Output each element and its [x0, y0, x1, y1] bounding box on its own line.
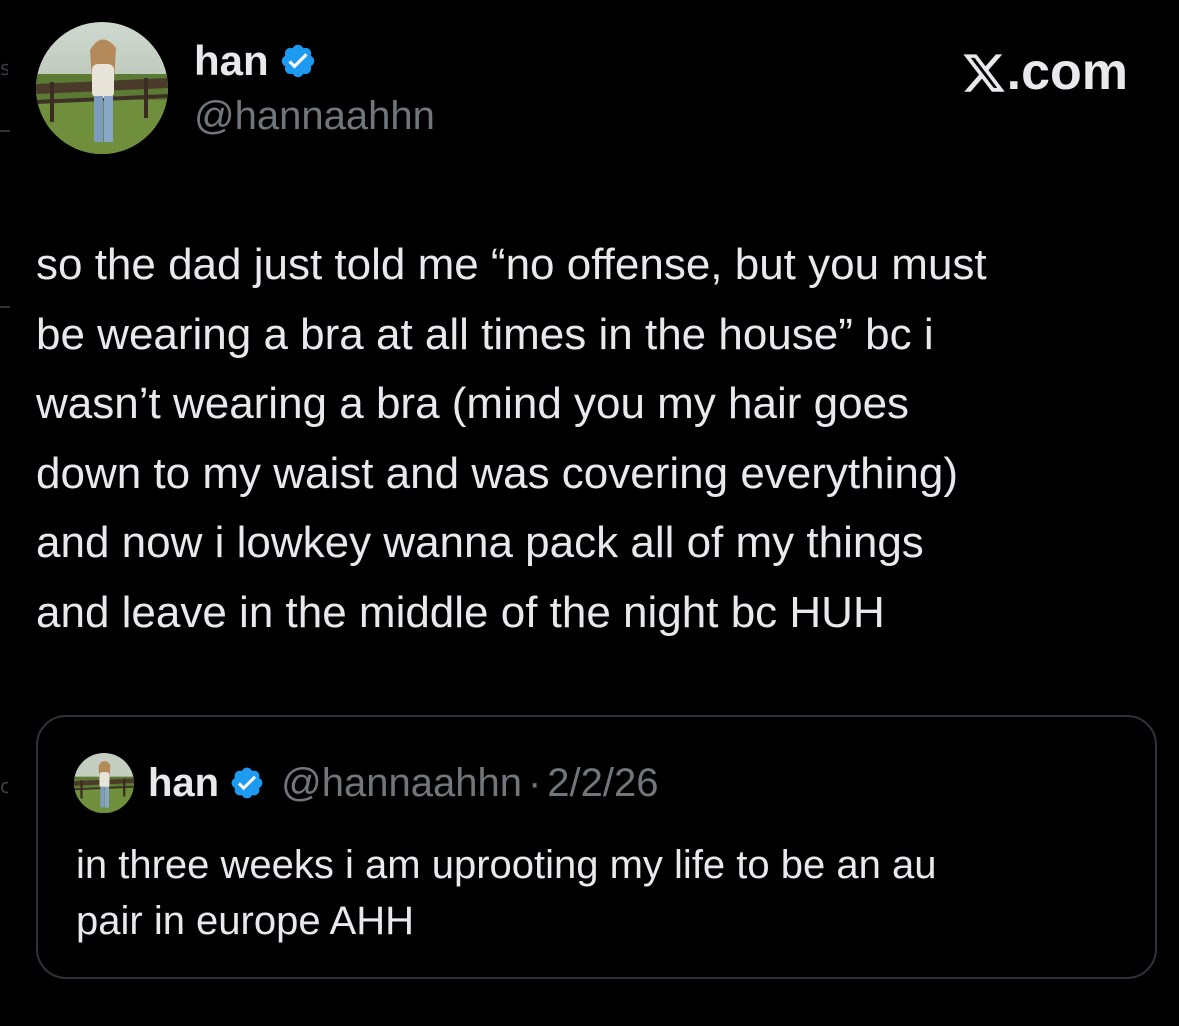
author-block: han @hannaahhn	[194, 36, 435, 140]
quoted-tweet-text: in three weeks i am uprooting my life to…	[76, 837, 1136, 949]
site-logo-text: .com	[1006, 43, 1128, 101]
author-name-row: han	[194, 36, 435, 86]
tweet-text-line: so the dad just told me “no offense, but…	[36, 240, 987, 289]
quoted-tweet-header: han @hannaahhn · 2/2/26	[74, 753, 659, 813]
dot-separator: ·	[527, 760, 542, 805]
left-edge-glyph: s	[0, 58, 8, 78]
quoted-date[interactable]: 2/2/26	[547, 761, 658, 806]
x-logo-icon	[961, 50, 1007, 96]
quoted-text-line: pair in europe AHH	[76, 899, 414, 943]
quoted-handle[interactable]: @hannaahhn	[281, 761, 522, 806]
verified-badge-icon	[279, 42, 317, 80]
site-logo: .com	[961, 40, 1128, 100]
quoted-display-name[interactable]: han	[148, 761, 219, 806]
tweet-text-line: and now i lowkey wanna pack all of my th…	[36, 518, 924, 567]
left-edge-divider	[0, 306, 10, 308]
tweet-text-line: and leave in the middle of the night bc …	[36, 587, 885, 637]
profile-photo	[36, 22, 168, 154]
verified-badge-icon	[229, 765, 265, 801]
avatar[interactable]	[36, 22, 168, 154]
tweet-header: han @hannaahhn .com	[36, 22, 1146, 157]
author-handle[interactable]: @hannaahhn	[194, 92, 435, 140]
display-name[interactable]: han	[194, 36, 269, 86]
tweet-text-line: wasn’t wearing a bra (mind you my hair g…	[36, 379, 910, 428]
profile-photo	[74, 753, 134, 813]
quoted-tweet-card[interactable]: han @hannaahhn · 2/2/26 in three weeks i…	[36, 715, 1157, 979]
tweet-text: so the dad just told me “no offense, but…	[36, 230, 1166, 647]
left-edge-glyph: c	[0, 776, 8, 796]
tweet-text-line: be wearing a bra at all times in the hou…	[36, 309, 934, 359]
quoted-text-line: in three weeks i am uprooting my life to…	[76, 843, 937, 887]
tweet-text-line: down to my waist and was covering everyt…	[36, 448, 958, 498]
left-edge-divider	[0, 130, 10, 132]
quoted-avatar	[74, 753, 134, 813]
